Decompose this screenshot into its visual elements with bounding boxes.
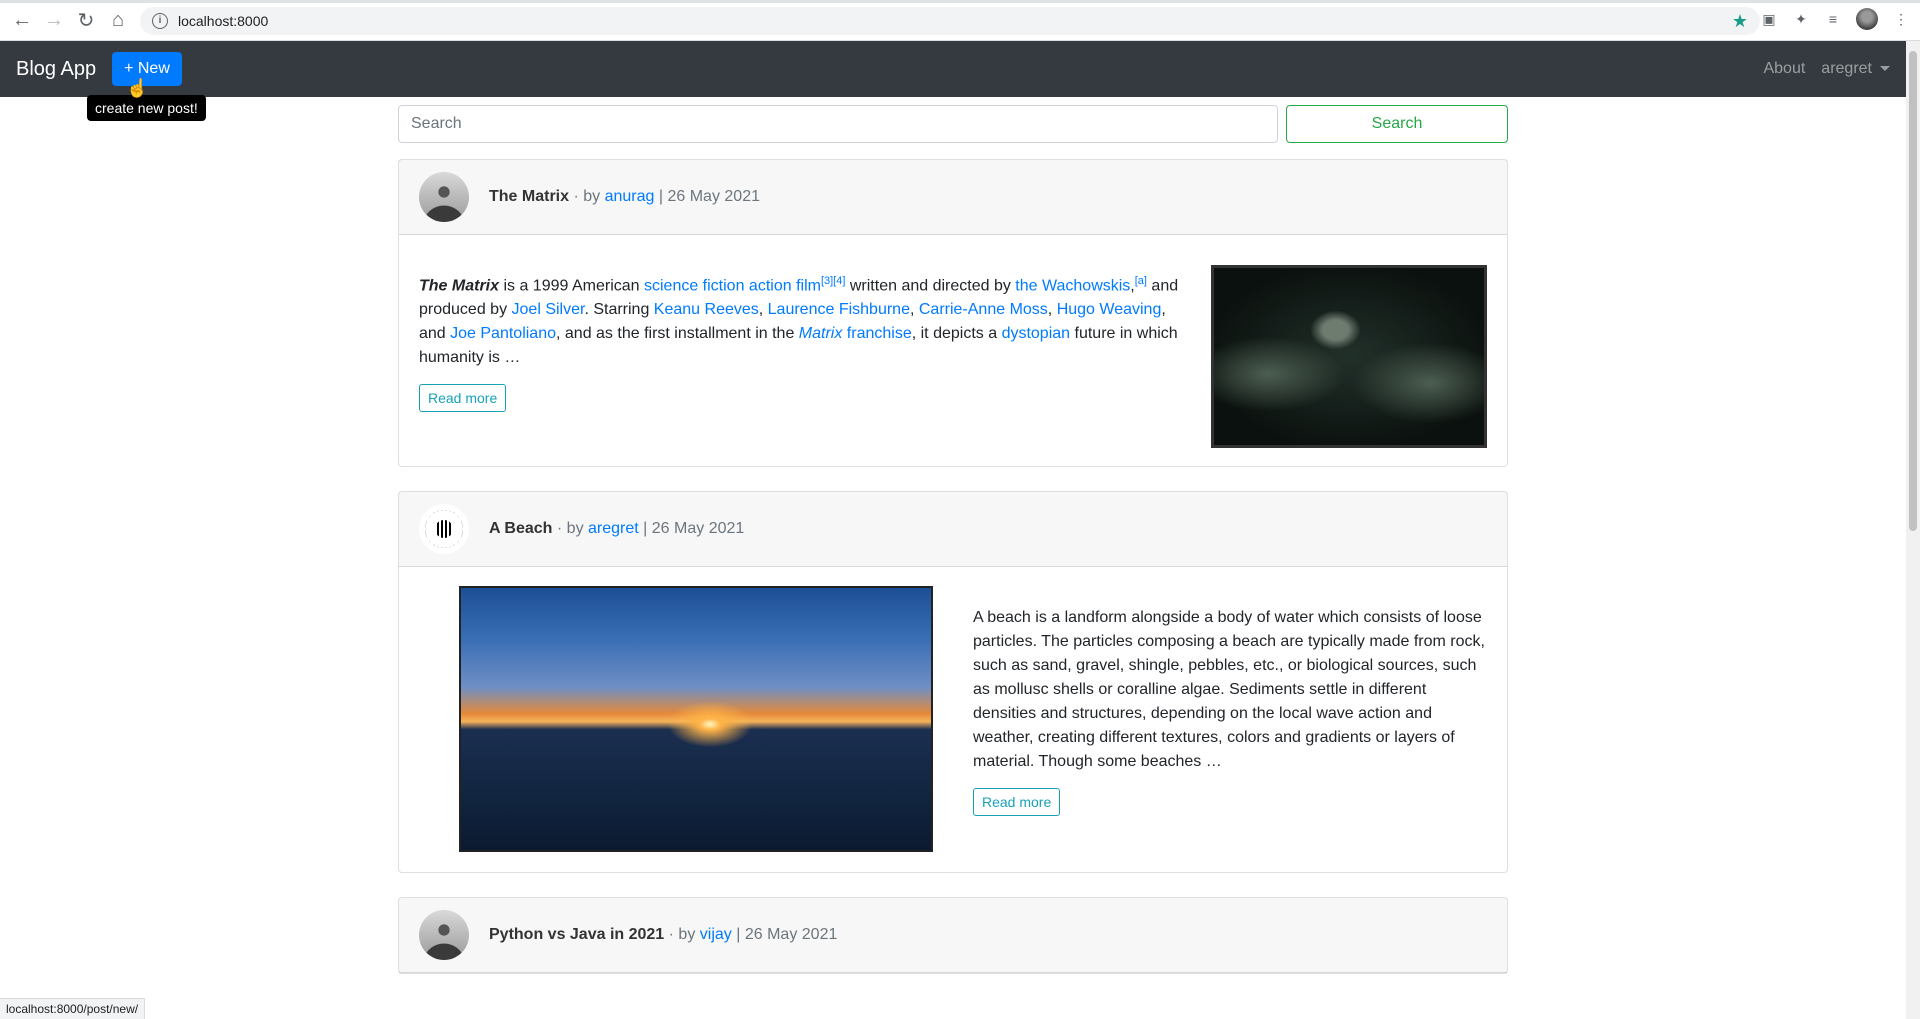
main-content: Search Search The Matrix · by anurag | 2… [398, 105, 1508, 998]
excerpt-text: , [1047, 301, 1057, 319]
status-bar-url: localhost:8000/post/new/ [0, 998, 146, 1019]
post-title[interactable]: Python vs Java in 2021 [489, 926, 664, 944]
read-more-button[interactable]: Read more [419, 384, 507, 413]
page-scrollbar[interactable] [1906, 41, 1920, 1019]
caret-down-icon [1880, 66, 1890, 72]
excerpt-text: , [758, 301, 768, 319]
post-header: A Beach · by aregret | 26 May 2021 [399, 492, 1507, 567]
post-excerpt: The Matrix is a 1999 American science fi… [419, 269, 1181, 370]
post-meta: · by vijay | 26 May 2021 [669, 926, 838, 944]
author-link[interactable]: vijay [700, 926, 732, 943]
post-header: Python vs Java in 2021 · by vijay | 26 M… [399, 898, 1507, 973]
excerpt-text: written and directed by [845, 277, 1016, 295]
post-card: Python vs Java in 2021 · by vijay | 26 M… [398, 897, 1508, 974]
author-link[interactable]: anurag [605, 188, 655, 205]
excerpt-link[interactable]: Joe Pantoliano [450, 325, 556, 342]
notion-extension-icon[interactable]: ▣ [1760, 10, 1778, 28]
reload-icon[interactable]: ↻ [70, 4, 102, 36]
excerpt-link[interactable]: Hugo Weaving [1057, 301, 1162, 318]
browser-toolbar: ← → ↻ ⌂ i localhost:8000 ★ ▣ ✦ ≡ ⋮ [0, 0, 1920, 41]
excerpt-text: , it depicts a [911, 325, 1002, 343]
hand-cursor-icon: ☝ [126, 78, 149, 98]
url-text: localhost:8000 [178, 13, 269, 29]
post-body: A beach is a landform alongside a body o… [399, 567, 1507, 872]
post-meta: · by anurag | 26 May 2021 [573, 188, 760, 206]
post-header: The Matrix · by anurag | 26 May 2021 [399, 160, 1507, 235]
excerpt-link[interactable]: Carrie-Anne Moss [919, 301, 1048, 318]
excerpt-text: . Starring [584, 301, 654, 319]
excerpt-title: The Matrix [419, 277, 500, 295]
post-card: The Matrix · by anurag | 26 May 2021 The… [398, 159, 1508, 467]
post-card: A Beach · by aregret | 26 May 2021 A bea… [398, 491, 1508, 873]
citation[interactable]: [3][4] [821, 275, 845, 287]
excerpt-link[interactable]: Laurence Fishburne [768, 301, 910, 318]
tab-strip [0, 0, 1920, 3]
brand-link[interactable]: Blog App [16, 58, 96, 81]
post-thumbnail[interactable] [459, 586, 933, 852]
post-thumbnail[interactable] [1211, 265, 1487, 448]
back-icon[interactable]: ← [6, 4, 38, 36]
post-by: · by [668, 926, 696, 943]
franchise-word: franchise [842, 325, 912, 343]
franchise-name: Matrix [798, 325, 843, 343]
post-body: The Matrix is a 1999 American science fi… [399, 235, 1507, 466]
read-more-button[interactable]: Read more [973, 788, 1061, 816]
post-title[interactable]: The Matrix [489, 188, 569, 206]
post-date: | 26 May 2021 [643, 520, 745, 537]
app-navbar: Blog App + New About aregret [0, 41, 1906, 97]
user-name: aregret [1821, 60, 1872, 77]
scrollbar-thumb[interactable] [1909, 51, 1917, 531]
excerpt-link[interactable]: the Wachowskis [1015, 277, 1130, 294]
excerpt-link[interactable]: Keanu Reeves [654, 301, 759, 318]
author-avatar [419, 504, 469, 554]
menu-kebab-icon[interactable]: ⋮ [1892, 10, 1910, 28]
home-icon[interactable]: ⌂ [102, 4, 134, 36]
post-excerpt: A beach is a landform alongside a body o… [973, 609, 1485, 770]
bookmark-star-icon[interactable]: ★ [1732, 11, 1748, 32]
post-text-column: A beach is a landform alongside a body o… [973, 586, 1487, 852]
citation[interactable]: [a] [1135, 275, 1147, 287]
excerpt-text: , [909, 301, 919, 319]
author-avatar [419, 172, 469, 222]
post-by: · by [573, 188, 601, 205]
author-avatar [419, 910, 469, 960]
search-button[interactable]: Search [1286, 105, 1508, 143]
reading-list-icon[interactable]: ≡ [1824, 10, 1842, 28]
excerpt-text: , and as the first installment in the [556, 325, 799, 343]
address-bar[interactable]: i localhost:8000 ★ [140, 7, 1760, 35]
excerpt-link[interactable]: science fiction action film [644, 277, 821, 294]
post-meta: · by aregret | 26 May 2021 [557, 520, 744, 538]
forward-icon[interactable]: → [38, 4, 70, 36]
search-form: Search Search [398, 105, 1508, 143]
user-dropdown[interactable]: aregret [1821, 60, 1890, 78]
extensions-puzzle-icon[interactable]: ✦ [1792, 10, 1810, 28]
about-link[interactable]: About [1763, 60, 1805, 78]
profile-avatar[interactable] [1856, 8, 1878, 30]
post-date: | 26 May 2021 [736, 926, 838, 943]
excerpt-link[interactable]: dystopian [1002, 325, 1071, 342]
post-title[interactable]: A Beach [489, 520, 552, 538]
excerpt-link[interactable]: Joel Silver [512, 301, 585, 318]
post-date: | 26 May 2021 [658, 188, 760, 205]
search-input[interactable]: Search [398, 105, 1278, 143]
excerpt-text: is a 1999 American [499, 277, 644, 295]
site-info-icon[interactable]: i [152, 13, 168, 29]
excerpt-link[interactable]: Matrix franchise [799, 325, 912, 342]
post-by: · by [556, 520, 584, 537]
author-link[interactable]: aregret [588, 520, 639, 537]
